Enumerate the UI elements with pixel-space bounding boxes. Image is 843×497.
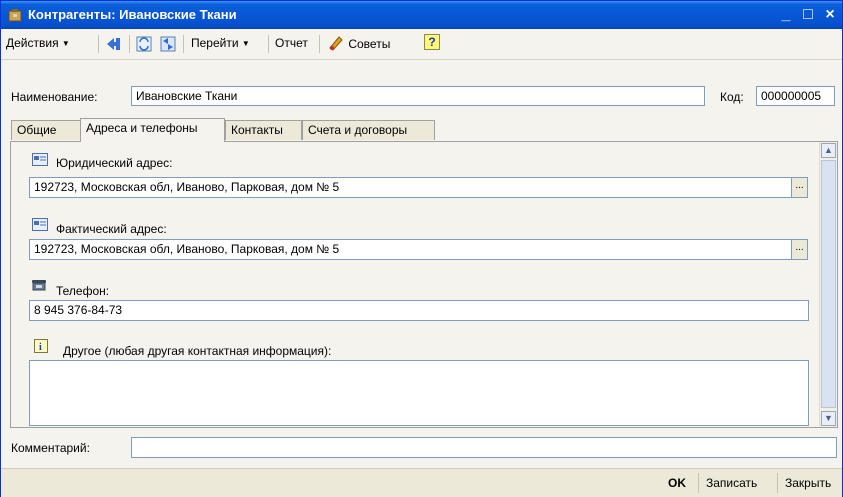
- tab-contacts[interactable]: Контакты: [225, 120, 302, 140]
- legal-address-select-button[interactable]: ...: [791, 177, 808, 198]
- address-card-icon: [32, 153, 48, 166]
- tips-label: Советы: [348, 37, 391, 51]
- close-button[interactable]: ×: [821, 6, 839, 24]
- footer-bar: OK Записать Закрыть: [1, 468, 842, 497]
- actual-address-select-button[interactable]: ...: [791, 239, 808, 260]
- title-bar[interactable]: Контрагенты: Ивановские Ткани _ □ ×: [1, 1, 842, 29]
- ok-button[interactable]: OK: [668, 476, 686, 490]
- goto-menu-label: Перейти: [191, 36, 239, 50]
- code-label: Код:: [720, 90, 744, 104]
- name-label: Наименование:: [11, 90, 98, 104]
- footer-divider: [698, 473, 699, 493]
- tips-button[interactable]: Советы: [327, 34, 390, 52]
- phone-label: Телефон:: [56, 284, 110, 298]
- name-field[interactable]: Ивановские Ткани: [131, 86, 705, 106]
- phone-field[interactable]: 8 945 376-84-73: [29, 300, 809, 321]
- footer-divider: [777, 473, 778, 493]
- legal-address-field[interactable]: 192723, Московская обл, Иваново, Паркова…: [29, 177, 792, 198]
- actual-address-field[interactable]: 192723, Московская обл, Иваново, Паркова…: [29, 239, 792, 260]
- svg-text:i: i: [39, 342, 42, 353]
- vertical-scrollbar[interactable]: ▲ ▼: [819, 142, 837, 427]
- toolbar-divider: [268, 35, 269, 53]
- chevron-down-icon: ▼: [241, 39, 250, 48]
- go-back-icon[interactable]: [105, 35, 123, 53]
- other-info-textarea[interactable]: [29, 360, 809, 426]
- tab-addresses[interactable]: Адреса и телефоны: [80, 118, 225, 142]
- help-button[interactable]: ?: [424, 34, 440, 50]
- report-button[interactable]: Отчет: [275, 36, 308, 50]
- actions-menu-label: Действия: [6, 36, 59, 50]
- minimize-button[interactable]: _: [777, 6, 795, 24]
- toolbar: Действия ▼ Перейти ▼ Отчет Советы ?: [1, 29, 842, 60]
- app-icon: [8, 9, 22, 22]
- address-card-icon: [32, 218, 48, 231]
- legal-address-label: Юридический адрес:: [56, 156, 173, 170]
- comment-label: Комментарий:: [11, 441, 90, 455]
- maximize-button[interactable]: □: [799, 6, 817, 24]
- comment-field[interactable]: [131, 437, 837, 458]
- info-icon: i: [34, 339, 48, 353]
- tab-general[interactable]: Общие: [11, 120, 81, 140]
- toolbar-divider: [129, 35, 130, 53]
- counterparty-window: Контрагенты: Ивановские Ткани _ □ × Дейс…: [0, 0, 843, 497]
- toolbar-divider: [183, 35, 184, 53]
- scroll-up-icon[interactable]: ▲: [821, 143, 836, 158]
- swap-icon[interactable]: [159, 35, 177, 53]
- close-form-button[interactable]: Закрыть: [785, 476, 831, 490]
- code-field[interactable]: 000000005: [756, 86, 835, 106]
- other-info-label: Другое (любая другая контактная информац…: [63, 344, 332, 358]
- save-button[interactable]: Записать: [706, 476, 757, 490]
- scroll-down-icon[interactable]: ▼: [821, 411, 836, 426]
- window-title: Контрагенты: Ивановские Ткани: [28, 7, 237, 22]
- tab-accounts[interactable]: Счета и договоры: [302, 120, 435, 140]
- actions-menu[interactable]: Действия ▼: [6, 36, 70, 50]
- scroll-thumb[interactable]: [821, 160, 836, 408]
- chevron-down-icon: ▼: [61, 39, 70, 48]
- toolbar-divider: [98, 35, 99, 53]
- phone-icon: [32, 280, 46, 291]
- goto-menu[interactable]: Перейти ▼: [191, 36, 250, 50]
- toolbar-divider: [319, 35, 320, 53]
- refresh-icon[interactable]: [135, 35, 153, 53]
- tips-icon: [329, 36, 343, 51]
- actual-address-label: Фактический адрес:: [56, 222, 167, 236]
